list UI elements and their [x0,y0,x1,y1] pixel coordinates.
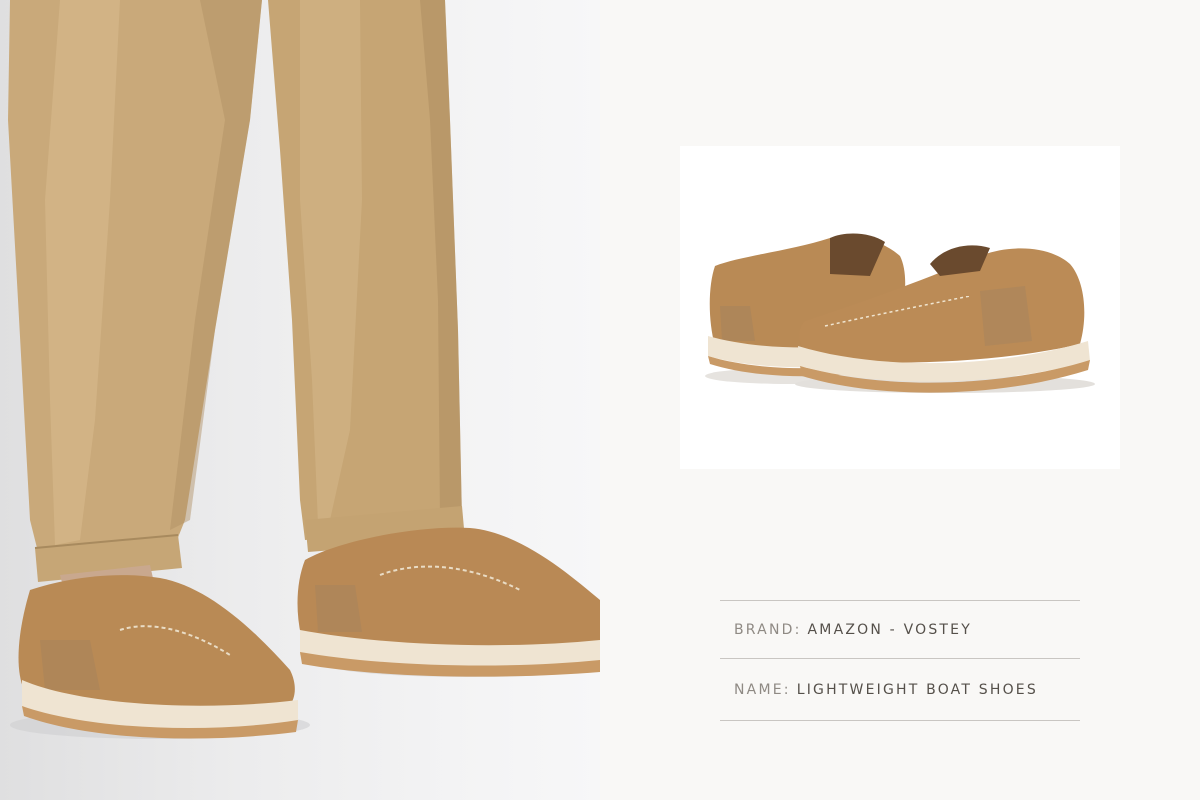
model-wearing-shoes-image [8,0,600,739]
name-value: LIGHTWEIGHT BOAT SHOES [796,681,1038,698]
brand-label: BRAND: [734,621,802,638]
name-row: NAME: LIGHTWEIGHT BOAT SHOES [720,658,1080,721]
brand-value: AMAZON - VOSTEY [807,621,972,638]
boat-shoes-product-image [705,233,1095,393]
product-layout: BRAND: AMAZON - VOSTEY NAME: LIGHTWEIGHT… [0,0,1200,800]
brand-row: BRAND: AMAZON - VOSTEY [720,600,1080,658]
name-label: NAME: [734,681,791,698]
product-info-panel: BRAND: AMAZON - VOSTEY NAME: LIGHTWEIGHT… [600,0,1200,800]
product-image-card [680,146,1120,469]
lifestyle-photo [0,0,600,800]
product-details-table: BRAND: AMAZON - VOSTEY NAME: LIGHTWEIGHT… [720,600,1080,721]
